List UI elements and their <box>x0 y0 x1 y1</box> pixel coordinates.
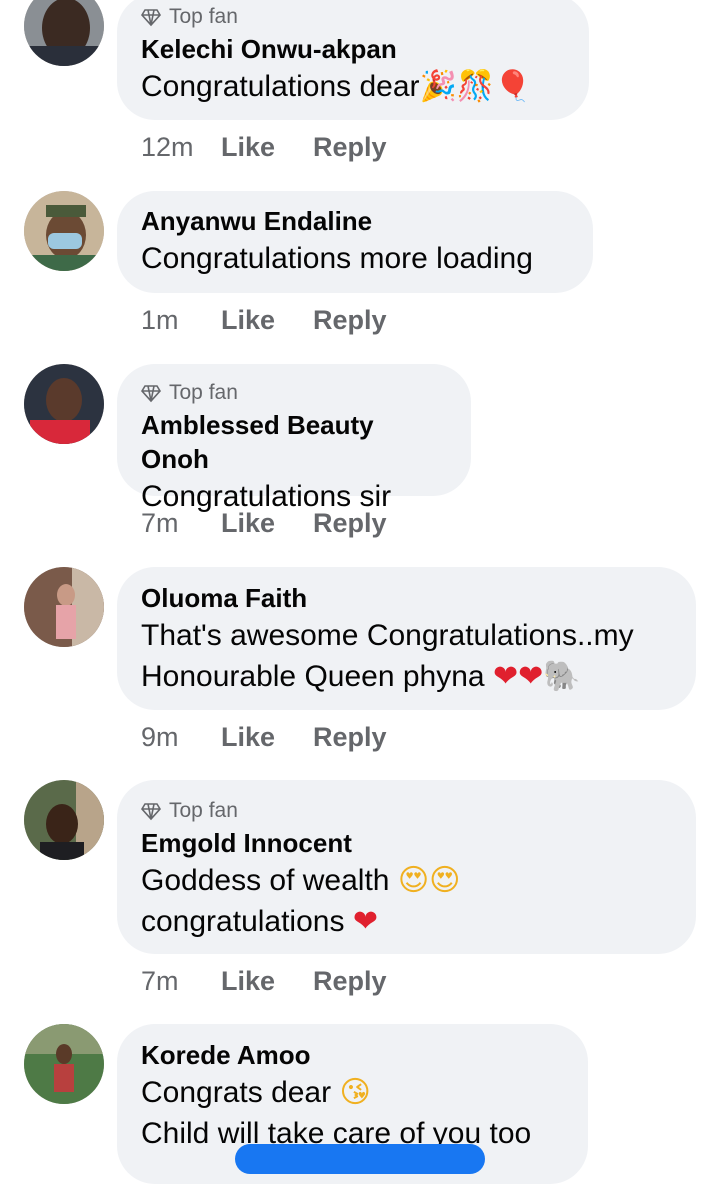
diamond-icon <box>141 385 161 403</box>
reply-button[interactable]: Reply <box>313 305 387 336</box>
like-button[interactable]: Like <box>221 305 313 336</box>
avatar[interactable] <box>24 364 104 444</box>
comment-text-line: That's awesome Congratulations..my <box>141 619 634 652</box>
comment-text: Goddess of wealth 😍😍 <box>141 860 672 901</box>
commenter-name[interactable]: Anyanwu Endaline <box>141 204 569 238</box>
comment-text: Congratulations more loading <box>141 242 533 275</box>
commenter-name[interactable]: Amblessed Beauty Onoh <box>141 408 447 476</box>
comment-bubble: Top fan Emgold Innocent Goddess of wealt… <box>117 780 696 954</box>
comment-bubble: Oluoma Faith That's awesome Congratulati… <box>117 567 696 710</box>
comment-text-line: Congratulations dear <box>141 70 420 103</box>
badge-label: Top fan <box>169 799 238 822</box>
reply-button[interactable]: Reply <box>313 722 387 753</box>
badge-label: Top fan <box>169 381 238 404</box>
heart-eyes-emoji: 😍😍 <box>397 863 461 898</box>
comment-actions: 7m Like Reply <box>141 966 387 997</box>
comment-text: Congratulations dear🎉🎊🎈 <box>141 66 565 107</box>
reply-button[interactable]: Reply <box>313 508 387 539</box>
reply-button[interactable]: Reply <box>313 966 387 997</box>
party-emoji: 🎉🎊🎈 <box>419 69 532 104</box>
comment-actions: 9m Like Reply <box>141 722 387 753</box>
badge-label: Top fan <box>169 5 238 28</box>
commenter-name[interactable]: Korede Amoo <box>141 1038 564 1072</box>
avatar[interactable] <box>24 780 104 860</box>
comment-text: Congrats dear 😘 <box>141 1072 564 1113</box>
commenter-name[interactable]: Oluoma Faith <box>141 581 672 615</box>
diamond-icon <box>141 803 161 821</box>
comment-text-line: Honourable Queen phyna <box>141 660 493 693</box>
avatar[interactable] <box>24 567 104 647</box>
heart-emoji: ❤ <box>352 904 378 939</box>
timestamp: 12m <box>141 132 194 162</box>
like-button[interactable]: Like <box>221 966 313 997</box>
like-button[interactable]: Like <box>221 722 313 753</box>
timestamp: 7m <box>141 966 179 996</box>
comment-actions: 7m Like Reply <box>141 508 387 539</box>
comment-text-line: congratulations <box>141 905 353 938</box>
like-button[interactable]: Like <box>221 508 313 539</box>
comment-bubble: Anyanwu Endaline Congratulations more lo… <box>117 191 593 293</box>
comment-text: congratulations ❤ <box>141 901 672 942</box>
new-comments-pill[interactable] <box>235 1144 485 1174</box>
comment-actions: 12m Like Reply <box>141 132 387 163</box>
timestamp: 1m <box>141 305 179 335</box>
top-fan-badge: Top fan <box>141 796 672 826</box>
comment-actions: 1m Like Reply <box>141 305 387 336</box>
avatar[interactable] <box>24 0 104 66</box>
like-button[interactable]: Like <box>221 132 313 163</box>
diamond-icon <box>141 9 161 27</box>
comment-text: Honourable Queen phyna ❤❤🐘 <box>141 656 672 697</box>
comment-bubble: Top fan Amblessed Beauty Onoh Congratula… <box>117 364 471 513</box>
timestamp: 9m <box>141 722 179 752</box>
avatar[interactable] <box>24 1024 104 1104</box>
top-fan-badge: Top fan <box>141 2 565 32</box>
reply-button[interactable]: Reply <box>313 132 387 163</box>
commenter-name[interactable]: Emgold Innocent <box>141 826 672 860</box>
comment-text-line: Goddess of wealth <box>141 864 398 897</box>
top-fan-badge: Top fan <box>141 378 447 408</box>
commenter-name[interactable]: Kelechi Onwu-akpan <box>141 32 565 66</box>
comment-bubble: Top fan Kelechi Onwu-akpan Congratulatio… <box>117 0 589 120</box>
comment-text-line: Congrats dear <box>141 1076 340 1109</box>
avatar[interactable] <box>24 191 104 271</box>
kiss-emoji: 😘 <box>339 1075 371 1110</box>
timestamp: 7m <box>141 508 179 538</box>
hearts-elephant-emoji: ❤❤🐘 <box>492 659 581 694</box>
